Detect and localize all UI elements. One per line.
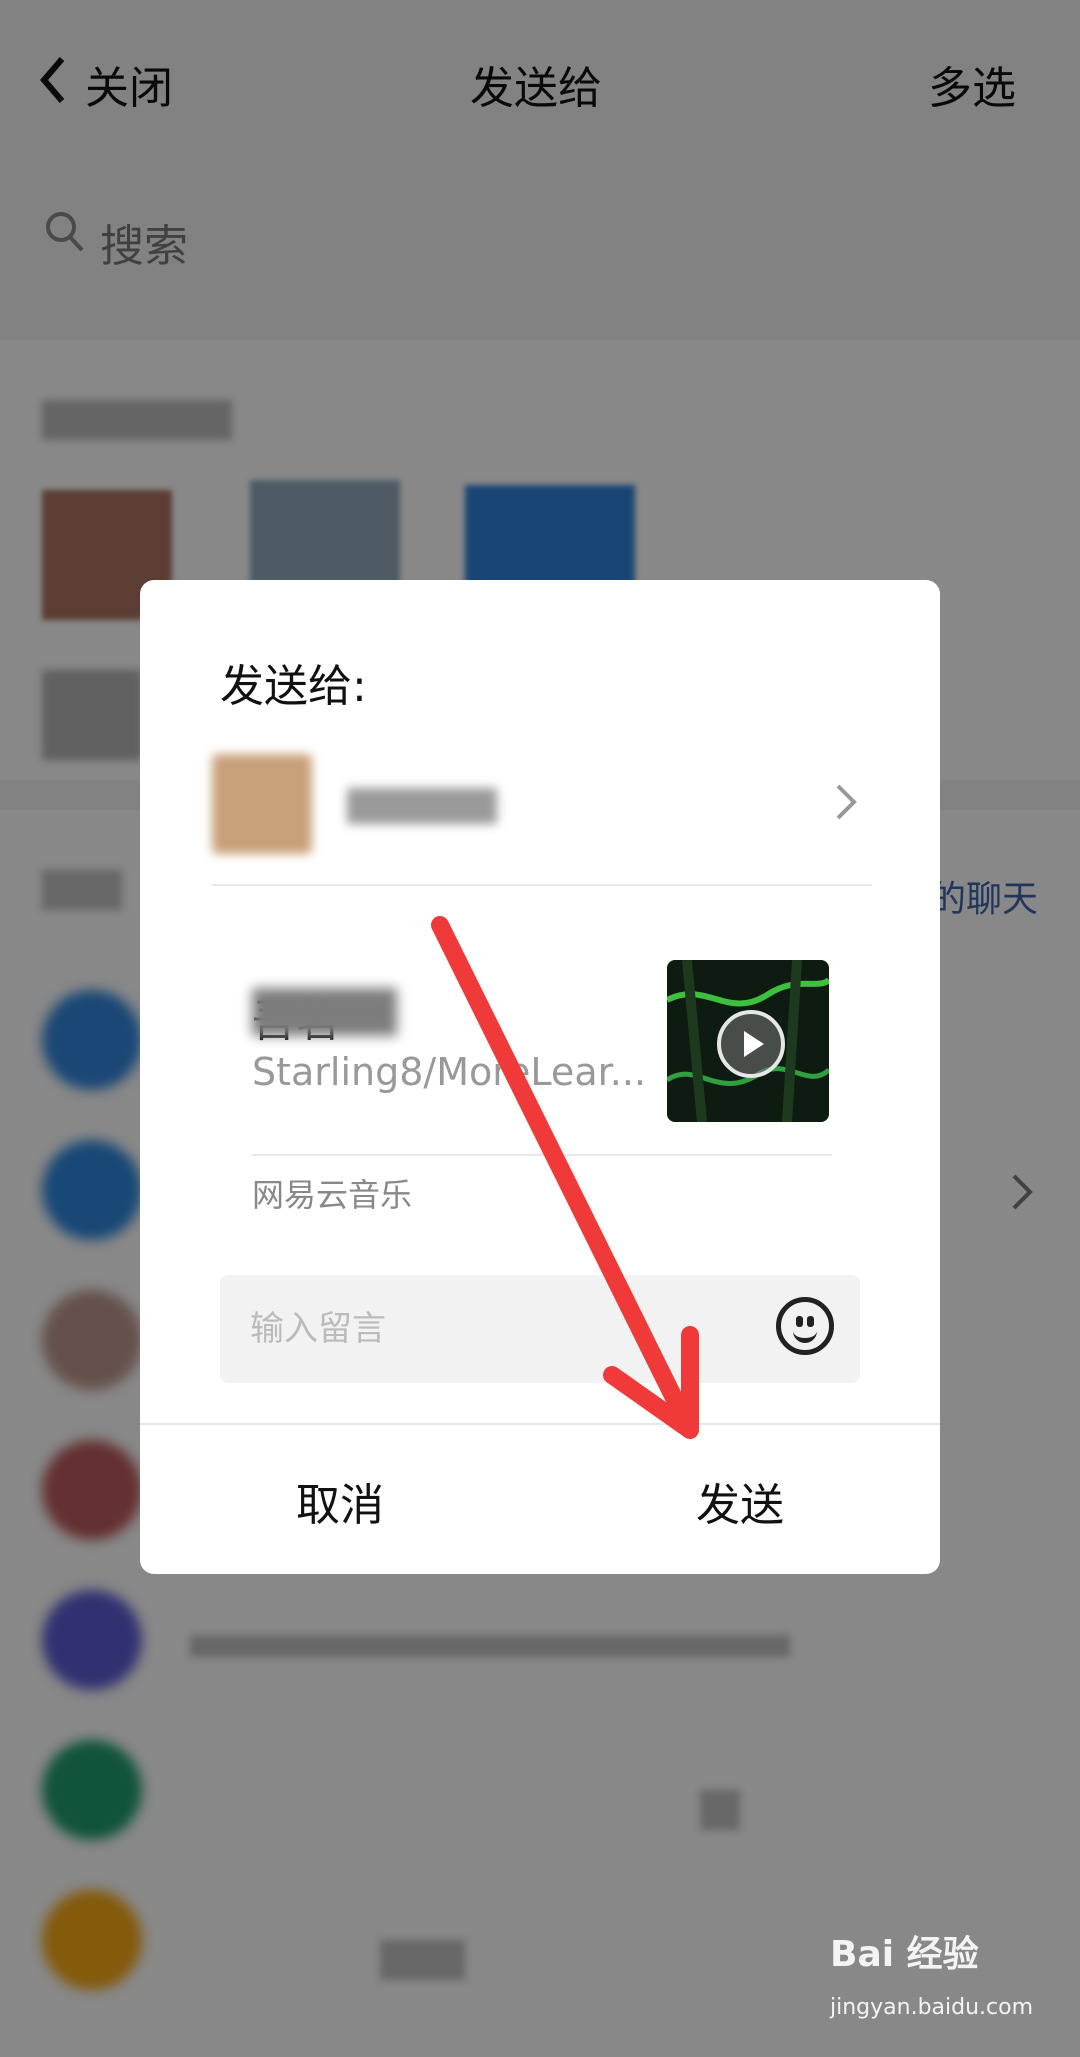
watermark-url: jingyan.baidu.com (830, 1995, 1034, 2020)
annotation-arrow (431, 916, 699, 1439)
watermark-brand: Bai 经验 (830, 1934, 979, 1975)
